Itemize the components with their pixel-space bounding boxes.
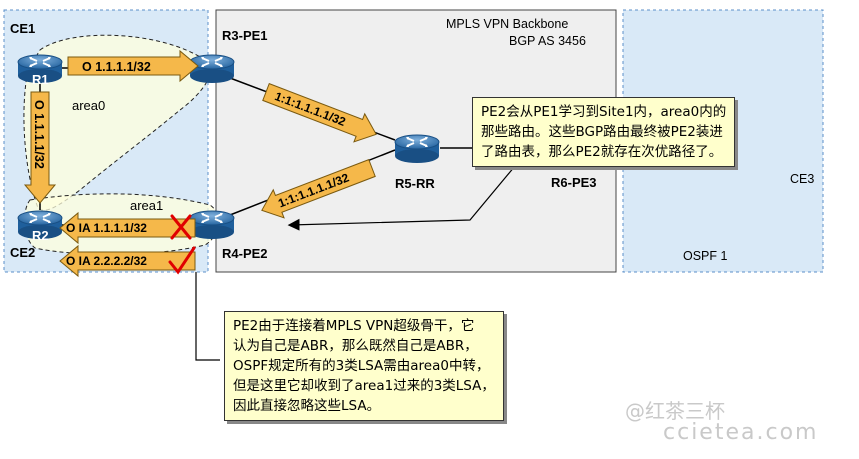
r4-label: R4-PE2 bbox=[222, 246, 268, 261]
callout-top-line: 了路由表，那么PE2就存在次优路径了。 bbox=[481, 144, 723, 160]
r5-label: R5-RR bbox=[395, 176, 435, 191]
callout-top: PE2会从PE1学习到Site1内，area0内的 那些路由。这些BGP路由最终… bbox=[472, 97, 736, 167]
callout-bottom: PE2由于连接着MPLS VPN超级骨干，它 认为自己是ABR，那么既然自己是A… bbox=[224, 311, 504, 421]
callout-top-line: 那些路由。这些BGP路由最终被PE2装进 bbox=[481, 124, 723, 140]
ce2-label: CE2 bbox=[10, 245, 35, 260]
callout-bottom-line: 认为自己是ABR，那么既然自己是ABR， bbox=[233, 338, 478, 354]
r3-label: R3-PE1 bbox=[222, 28, 268, 43]
router-r5-icon[interactable] bbox=[394, 134, 440, 164]
arrow-ce1-to-pe1-label: O 1.1.1.1/32 bbox=[82, 60, 151, 74]
ospf-label: OSPF 1 bbox=[683, 249, 728, 263]
callout-bottom-line: PE2由于连接着MPLS VPN超级骨干，它 bbox=[233, 318, 475, 334]
router-r4-icon[interactable] bbox=[189, 210, 235, 240]
arrow-r1-to-r2-label: O 1.1.1.1/32 bbox=[32, 100, 46, 169]
callout-bottom-line: OSPF规定所有的3类LSA需由area0中转， bbox=[233, 358, 490, 374]
r6-label: R6-PE3 bbox=[551, 175, 597, 190]
router-r3-icon[interactable] bbox=[189, 54, 235, 84]
callout-bottom-line: 但是这里它却收到了area1过来的3类LSA， bbox=[233, 378, 495, 394]
r1-label: R1 bbox=[32, 72, 49, 87]
backbone-title: MPLS VPN Backbone bbox=[446, 17, 568, 31]
area1-label: area1 bbox=[130, 198, 163, 213]
watermark-site: ccietea.com bbox=[663, 420, 819, 445]
arrow-pe2-to-ce2-a-label: O IA 1.1.1.1/32 bbox=[66, 221, 147, 235]
ce1-label: CE1 bbox=[10, 21, 35, 36]
arrow-pe2-to-ce2-b-label: O IA 2.2.2.2/32 bbox=[66, 254, 147, 268]
callout-pointer-bottom bbox=[195, 272, 220, 361]
callout-bottom-line: 因此直接忽略这些LSA。 bbox=[233, 398, 381, 414]
r2-label: R2 bbox=[32, 228, 49, 243]
callout-top-line: PE2会从PE1学习到Site1内，area0内的 bbox=[481, 104, 727, 120]
backbone-as: BGP AS 3456 bbox=[509, 34, 586, 48]
ce3-label: CE3 bbox=[790, 172, 814, 186]
area0-label: area0 bbox=[72, 98, 105, 113]
